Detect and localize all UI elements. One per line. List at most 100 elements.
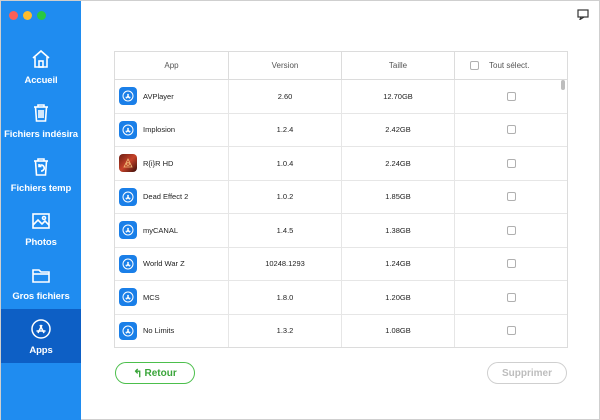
sidebar-item-label: Accueil [24, 74, 58, 86]
back-arrow-icon: ↰ [133, 367, 143, 380]
apps-table: App Version Taille Tout sélect. AVPlayer… [114, 51, 568, 348]
delete-button-label: Supprimer [501, 367, 552, 379]
size-cell: 2.24GB [342, 147, 455, 180]
header-version[interactable]: Version [229, 52, 342, 79]
select-cell [455, 147, 567, 180]
select-cell [455, 181, 567, 214]
select-cell [455, 281, 567, 314]
sidebar-item-accueil[interactable]: Accueil [1, 39, 81, 93]
table-row[interactable]: myCANAL 1.4.5 1.38GB [115, 214, 567, 248]
row-checkbox[interactable] [506, 326, 516, 336]
size-cell: 12.70GB [342, 80, 455, 113]
table-scrollbar[interactable] [561, 80, 565, 90]
app-store-icon [119, 321, 137, 340]
size-cell: 2.42GB [342, 113, 455, 146]
app-store-icon [119, 87, 137, 106]
app-cell: myCANAL [115, 214, 229, 247]
select-all-label: Tout sélect. [489, 61, 530, 70]
row-checkbox[interactable] [506, 192, 516, 202]
photo-icon [28, 209, 54, 233]
table-body: AVPlayer 2.60 12.70GB Implosion 1.2.4 2.… [115, 80, 567, 348]
version-cell: 1.4.5 [229, 214, 342, 247]
window-controls [9, 11, 46, 20]
version-cell: 1.0.2 [229, 180, 342, 213]
app-name: myCANAL [143, 225, 179, 235]
row-checkbox[interactable] [506, 292, 516, 302]
version-cell: 1.8.0 [229, 281, 342, 314]
app-name: Implosion [143, 125, 176, 135]
table-row[interactable]: R{i}R HD 1.0.4 2.24GB [115, 147, 567, 181]
sidebar-item-label: Fichiers temp [10, 182, 72, 194]
close-window-button[interactable] [9, 11, 18, 20]
app-name: World War Z [143, 259, 185, 269]
size-cell: 1.08GB [342, 314, 455, 347]
row-checkbox[interactable] [506, 125, 516, 135]
sidebar-item-fichiers-indesirables[interactable]: Fichiers indésira [1, 93, 81, 147]
app-name: R{i}R HD [143, 158, 174, 168]
delete-button[interactable]: Supprimer [487, 362, 567, 384]
size-cell: 1.85GB [342, 180, 455, 213]
row-checkbox[interactable] [506, 158, 516, 168]
sidebar-item-label: Gros fichiers [12, 290, 70, 302]
app-cell: Implosion [115, 113, 229, 146]
app-store-icon [28, 317, 54, 341]
row-checkbox[interactable] [506, 225, 516, 235]
app-name: No Limits [143, 326, 175, 336]
app-cell: World War Z [115, 247, 229, 280]
app-cell: R{i}R HD [115, 147, 229, 180]
temp-trash-icon [28, 155, 54, 179]
app-store-icon [119, 120, 137, 139]
select-cell [455, 80, 567, 113]
minimize-window-button[interactable] [23, 11, 32, 20]
sidebar-item-label: Fichiers indésira [4, 128, 78, 140]
feedback-icon[interactable] [577, 7, 591, 21]
app-window: Accueil Fichiers indésira Fichiers temp … [0, 0, 600, 420]
size-cell: 1.38GB [342, 214, 455, 247]
size-cell: 1.24GB [342, 247, 455, 280]
header-app[interactable]: App [115, 52, 229, 79]
back-button[interactable]: ↰ Retour [115, 362, 195, 384]
home-icon [28, 47, 54, 71]
select-cell [455, 315, 567, 348]
app-store-icon [119, 288, 137, 307]
version-cell: 1.3.2 [229, 314, 342, 347]
version-cell: 10248.1293 [229, 247, 342, 280]
sidebar-item-apps[interactable]: Apps [1, 309, 81, 363]
app-name: AVPlayer [143, 91, 174, 101]
table-row[interactable]: AVPlayer 2.60 12.70GB [115, 80, 567, 114]
row-checkbox[interactable] [506, 259, 516, 269]
table-row[interactable]: World War Z 10248.1293 1.24GB [115, 247, 567, 281]
table-row[interactable]: No Limits 1.3.2 1.08GB [115, 314, 567, 348]
app-name: Dead Effect 2 [143, 192, 189, 202]
sidebar-item-fichiers-temp[interactable]: Fichiers temp [1, 147, 81, 201]
app-cell: No Limits [115, 314, 229, 347]
size-cell: 1.20GB [342, 281, 455, 314]
app-cell: MCS [115, 281, 229, 314]
app-name: MCS [143, 292, 160, 302]
header-size[interactable]: Taille [342, 52, 455, 79]
sidebar-item-label: Apps [29, 344, 53, 356]
table-row[interactable]: Implosion 1.2.4 2.42GB [115, 113, 567, 147]
select-cell [455, 114, 567, 147]
sidebar-nav: Accueil Fichiers indésira Fichiers temp … [1, 39, 81, 363]
header-select-all[interactable]: Tout sélect. [455, 52, 567, 79]
app-store-icon [119, 254, 137, 273]
folder-icon [28, 263, 54, 287]
table-header: App Version Taille Tout sélect. [115, 52, 567, 80]
version-cell: 1.2.4 [229, 113, 342, 146]
maximize-window-button[interactable] [37, 11, 46, 20]
back-button-label: Retour [144, 367, 177, 379]
app-cell: AVPlayer [115, 80, 229, 113]
trash-icon [28, 101, 54, 125]
version-cell: 1.0.4 [229, 147, 342, 180]
table-row[interactable]: MCS 1.8.0 1.20GB [115, 281, 567, 315]
select-cell [455, 248, 567, 281]
app-cell: Dead Effect 2 [115, 180, 229, 213]
sidebar-item-photos[interactable]: Photos [1, 201, 81, 255]
row-checkbox[interactable] [506, 91, 516, 101]
table-row[interactable]: Dead Effect 2 1.0.2 1.85GB [115, 180, 567, 214]
select-cell [455, 214, 567, 247]
sidebar-item-gros-fichiers[interactable]: Gros fichiers [1, 255, 81, 309]
app-store-icon [119, 221, 137, 240]
select-all-checkbox[interactable] [470, 61, 479, 70]
